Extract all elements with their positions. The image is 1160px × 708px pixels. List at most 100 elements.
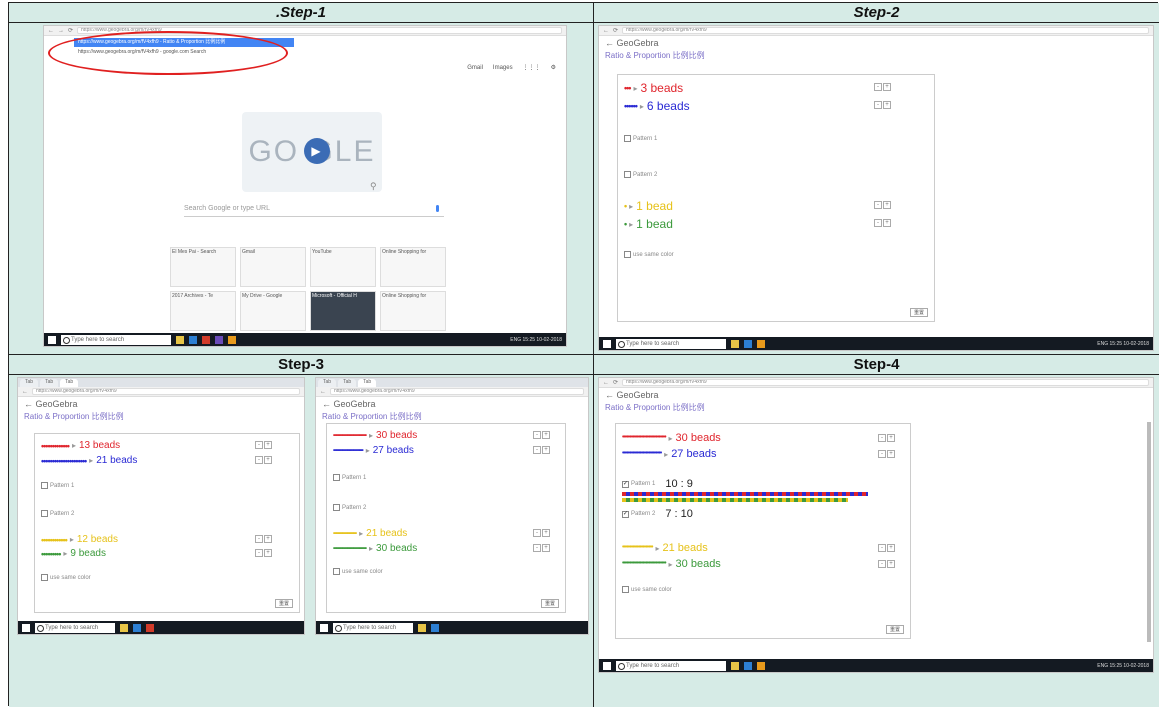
- scrollbar[interactable]: [1147, 422, 1151, 642]
- back-icon[interactable]: ←: [320, 389, 326, 395]
- tile-1[interactable]: El Mes Pai - Search: [170, 247, 236, 287]
- minus-icon[interactable]: -: [533, 529, 541, 537]
- plus-icon[interactable]: +: [883, 101, 891, 109]
- google-search-input[interactable]: Search Google or type URL: [184, 201, 444, 217]
- checkbox-box[interactable]: [41, 482, 48, 489]
- plus-icon[interactable]: +: [887, 560, 895, 568]
- stepper[interactable]: - +: [874, 101, 891, 109]
- checkbox-box[interactable]: [624, 171, 631, 178]
- minus-icon[interactable]: -: [874, 83, 882, 91]
- app-icon[interactable]: [228, 335, 236, 344]
- reset-button[interactable]: 重置: [274, 599, 293, 608]
- folder-icon[interactable]: [731, 661, 739, 670]
- store-icon[interactable]: [744, 339, 752, 348]
- address-bar[interactable]: https://www.geogebra.org/m/fV4xfh9: [32, 388, 300, 395]
- pattern-1-checkbox[interactable]: Pattern 1: [41, 482, 74, 489]
- checkbox-box[interactable]: ✓: [622, 510, 629, 518]
- tab[interactable]: Tab: [20, 379, 39, 387]
- forward-icon[interactable]: →: [58, 28, 64, 34]
- tab[interactable]: Tab: [338, 379, 357, 387]
- minus-icon[interactable]: -: [533, 446, 541, 454]
- stepper[interactable]: - +: [255, 456, 272, 464]
- app-icon[interactable]: [757, 339, 765, 348]
- minus-icon[interactable]: -: [255, 441, 263, 449]
- reset-button[interactable]: 重置: [885, 625, 904, 634]
- pattern-1-checkbox[interactable]: ✓ Pattern 1 10 : 9: [622, 478, 693, 490]
- app-icon[interactable]: [757, 661, 765, 670]
- stepper[interactable]: - +: [255, 535, 272, 543]
- back-icon[interactable]: ←: [48, 28, 54, 34]
- tab-active[interactable]: Tab: [60, 379, 79, 387]
- taskbar-search[interactable]: Type here to search: [61, 334, 171, 345]
- tab[interactable]: Tab: [318, 379, 337, 387]
- pattern-2-checkbox[interactable]: ✓ Pattern 2 7 : 10: [622, 508, 693, 520]
- google-doodle[interactable]: GO GLE ▶: [242, 112, 382, 192]
- address-bar[interactable]: https://www.geogebra.org/m/fV4xfh9: [330, 388, 584, 395]
- pattern-2-checkbox[interactable]: Pattern 2: [333, 504, 366, 511]
- back-icon[interactable]: ←: [603, 380, 609, 386]
- store-icon[interactable]: [189, 335, 197, 344]
- address-bar[interactable]: https://www.geogebra.org/m/fV4xfh9: [622, 27, 1149, 34]
- tile-3[interactable]: YouTube: [310, 247, 376, 287]
- minus-icon[interactable]: -: [533, 544, 541, 552]
- stepper[interactable]: - +: [878, 434, 895, 442]
- stepper[interactable]: - +: [878, 560, 895, 568]
- geogebra-back[interactable]: ← GeoGebra: [18, 397, 304, 411]
- apps-icon[interactable]: ⋮⋮⋮: [523, 64, 541, 71]
- plus-icon[interactable]: +: [883, 83, 891, 91]
- tab[interactable]: Tab: [40, 379, 59, 387]
- taskbar-search[interactable]: Type here to search: [35, 622, 115, 633]
- store-icon[interactable]: [133, 623, 141, 632]
- folder-icon[interactable]: [176, 335, 184, 344]
- folder-icon[interactable]: [731, 339, 739, 348]
- checkbox-box[interactable]: [333, 474, 340, 481]
- reset-button[interactable]: 重置: [540, 599, 559, 608]
- windows-start-icon[interactable]: [22, 623, 30, 632]
- checkbox-box[interactable]: [622, 586, 629, 593]
- plus-icon[interactable]: +: [887, 450, 895, 458]
- minus-icon[interactable]: -: [878, 434, 886, 442]
- plus-icon[interactable]: +: [542, 431, 550, 439]
- folder-icon[interactable]: [418, 623, 426, 632]
- back-icon[interactable]: ←: [603, 28, 609, 34]
- pattern-2-checkbox[interactable]: Pattern 2: [41, 510, 74, 517]
- checkbox-box[interactable]: [41, 574, 48, 581]
- minus-icon[interactable]: -: [255, 535, 263, 543]
- geogebra-back[interactable]: ← GeoGebra: [599, 388, 1153, 402]
- plus-icon[interactable]: +: [264, 441, 272, 449]
- plus-icon[interactable]: +: [887, 544, 895, 552]
- tile-7[interactable]: Microsoft - Official H: [310, 291, 376, 331]
- minus-icon[interactable]: -: [255, 549, 263, 557]
- stepper[interactable]: - +: [874, 219, 891, 227]
- plus-icon[interactable]: +: [264, 456, 272, 464]
- stepper[interactable]: - +: [533, 544, 550, 552]
- pattern-2-checkbox[interactable]: Pattern 2: [624, 171, 657, 178]
- gmail-link[interactable]: Gmail: [467, 65, 483, 71]
- taskbar-search[interactable]: Type here to search: [616, 660, 726, 671]
- checkbox-box[interactable]: [333, 568, 340, 575]
- use-same-color-checkbox[interactable]: use same color: [622, 586, 672, 593]
- windows-start-icon[interactable]: [603, 661, 611, 670]
- geogebra-back[interactable]: ← GeoGebra: [599, 36, 1153, 50]
- plus-icon[interactable]: +: [264, 535, 272, 543]
- checkbox-box[interactable]: [333, 504, 340, 511]
- windows-start-icon[interactable]: [48, 335, 56, 344]
- geogebra-back[interactable]: ← GeoGebra: [316, 397, 588, 411]
- stepper[interactable]: - +: [533, 529, 550, 537]
- tile-4[interactable]: Online Shopping for: [380, 247, 446, 287]
- windows-start-icon[interactable]: [603, 339, 611, 348]
- taskbar-search[interactable]: Type here to search: [333, 622, 413, 633]
- app-icon[interactable]: [146, 623, 154, 632]
- reset-button[interactable]: 重置: [909, 308, 928, 317]
- stepper[interactable]: - +: [874, 83, 891, 91]
- stepper[interactable]: - +: [874, 201, 891, 209]
- stepper[interactable]: - +: [255, 549, 272, 557]
- store-icon[interactable]: [431, 623, 439, 632]
- use-same-color-checkbox[interactable]: use same color: [41, 574, 91, 581]
- stepper[interactable]: - +: [878, 450, 895, 458]
- address-bar[interactable]: https://www.geogebra.org/m/fV4xfh9: [622, 379, 1149, 386]
- store-icon[interactable]: [744, 661, 752, 670]
- plus-icon[interactable]: +: [542, 446, 550, 454]
- reload-icon[interactable]: ⟳: [68, 27, 73, 34]
- plus-icon[interactable]: +: [542, 544, 550, 552]
